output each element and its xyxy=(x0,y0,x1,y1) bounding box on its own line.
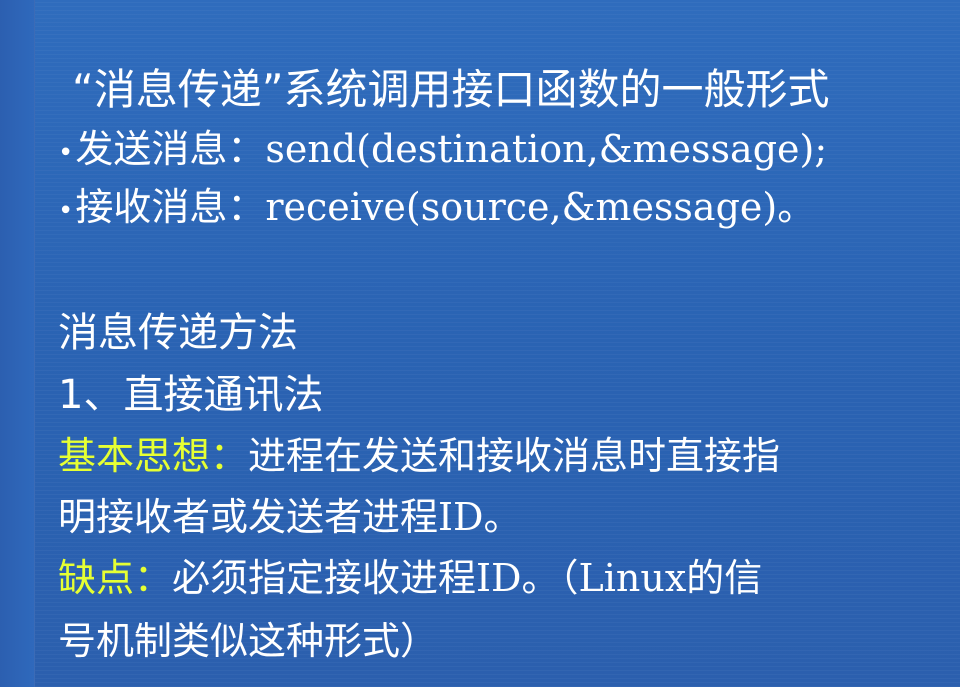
bullet-receive-label: 接收消息： xyxy=(75,185,266,229)
bullet-receive-code: receive(source,&message)。 xyxy=(265,185,816,229)
bullet-receive: •接收消息：receive(source,&message)。 xyxy=(58,176,815,231)
slide-left-border xyxy=(0,0,35,687)
slide-title: “消息传递”系统调用接口函数的一般形式 xyxy=(72,65,830,114)
bullet-marker: • xyxy=(58,137,74,168)
basic-idea-text-1: 进程在发送和接收消息时直接指 xyxy=(248,434,781,478)
drawback-line-2: 号机制类似这种形式） xyxy=(58,619,439,663)
bullet-send: •发送消息：send(destination,&message); xyxy=(58,118,827,173)
basic-idea-line-2: 明接收者或发送者进程ID。 xyxy=(58,495,522,539)
subheading-direct-communication: 1、直接通讯法 xyxy=(58,372,324,418)
drawback-line-1: 缺点：必须指定接收进程ID。（Linux的信 xyxy=(58,547,762,602)
bullet-marker: • xyxy=(58,195,74,226)
drawback-text-1: 必须指定接收进程ID。（Linux的信 xyxy=(172,556,763,600)
basic-idea-label: 基本思想： xyxy=(58,434,249,478)
basic-idea-line-1: 基本思想：进程在发送和接收消息时直接指 xyxy=(58,425,780,480)
bullet-send-label: 发送消息： xyxy=(75,127,266,171)
section-heading: 消息传递方法 xyxy=(58,310,298,356)
drawback-label: 缺点： xyxy=(58,556,173,600)
bullet-send-code: send(destination,&message); xyxy=(265,127,828,171)
slide: “消息传递”系统调用接口函数的一般形式 •发送消息：send(destinati… xyxy=(0,0,960,687)
